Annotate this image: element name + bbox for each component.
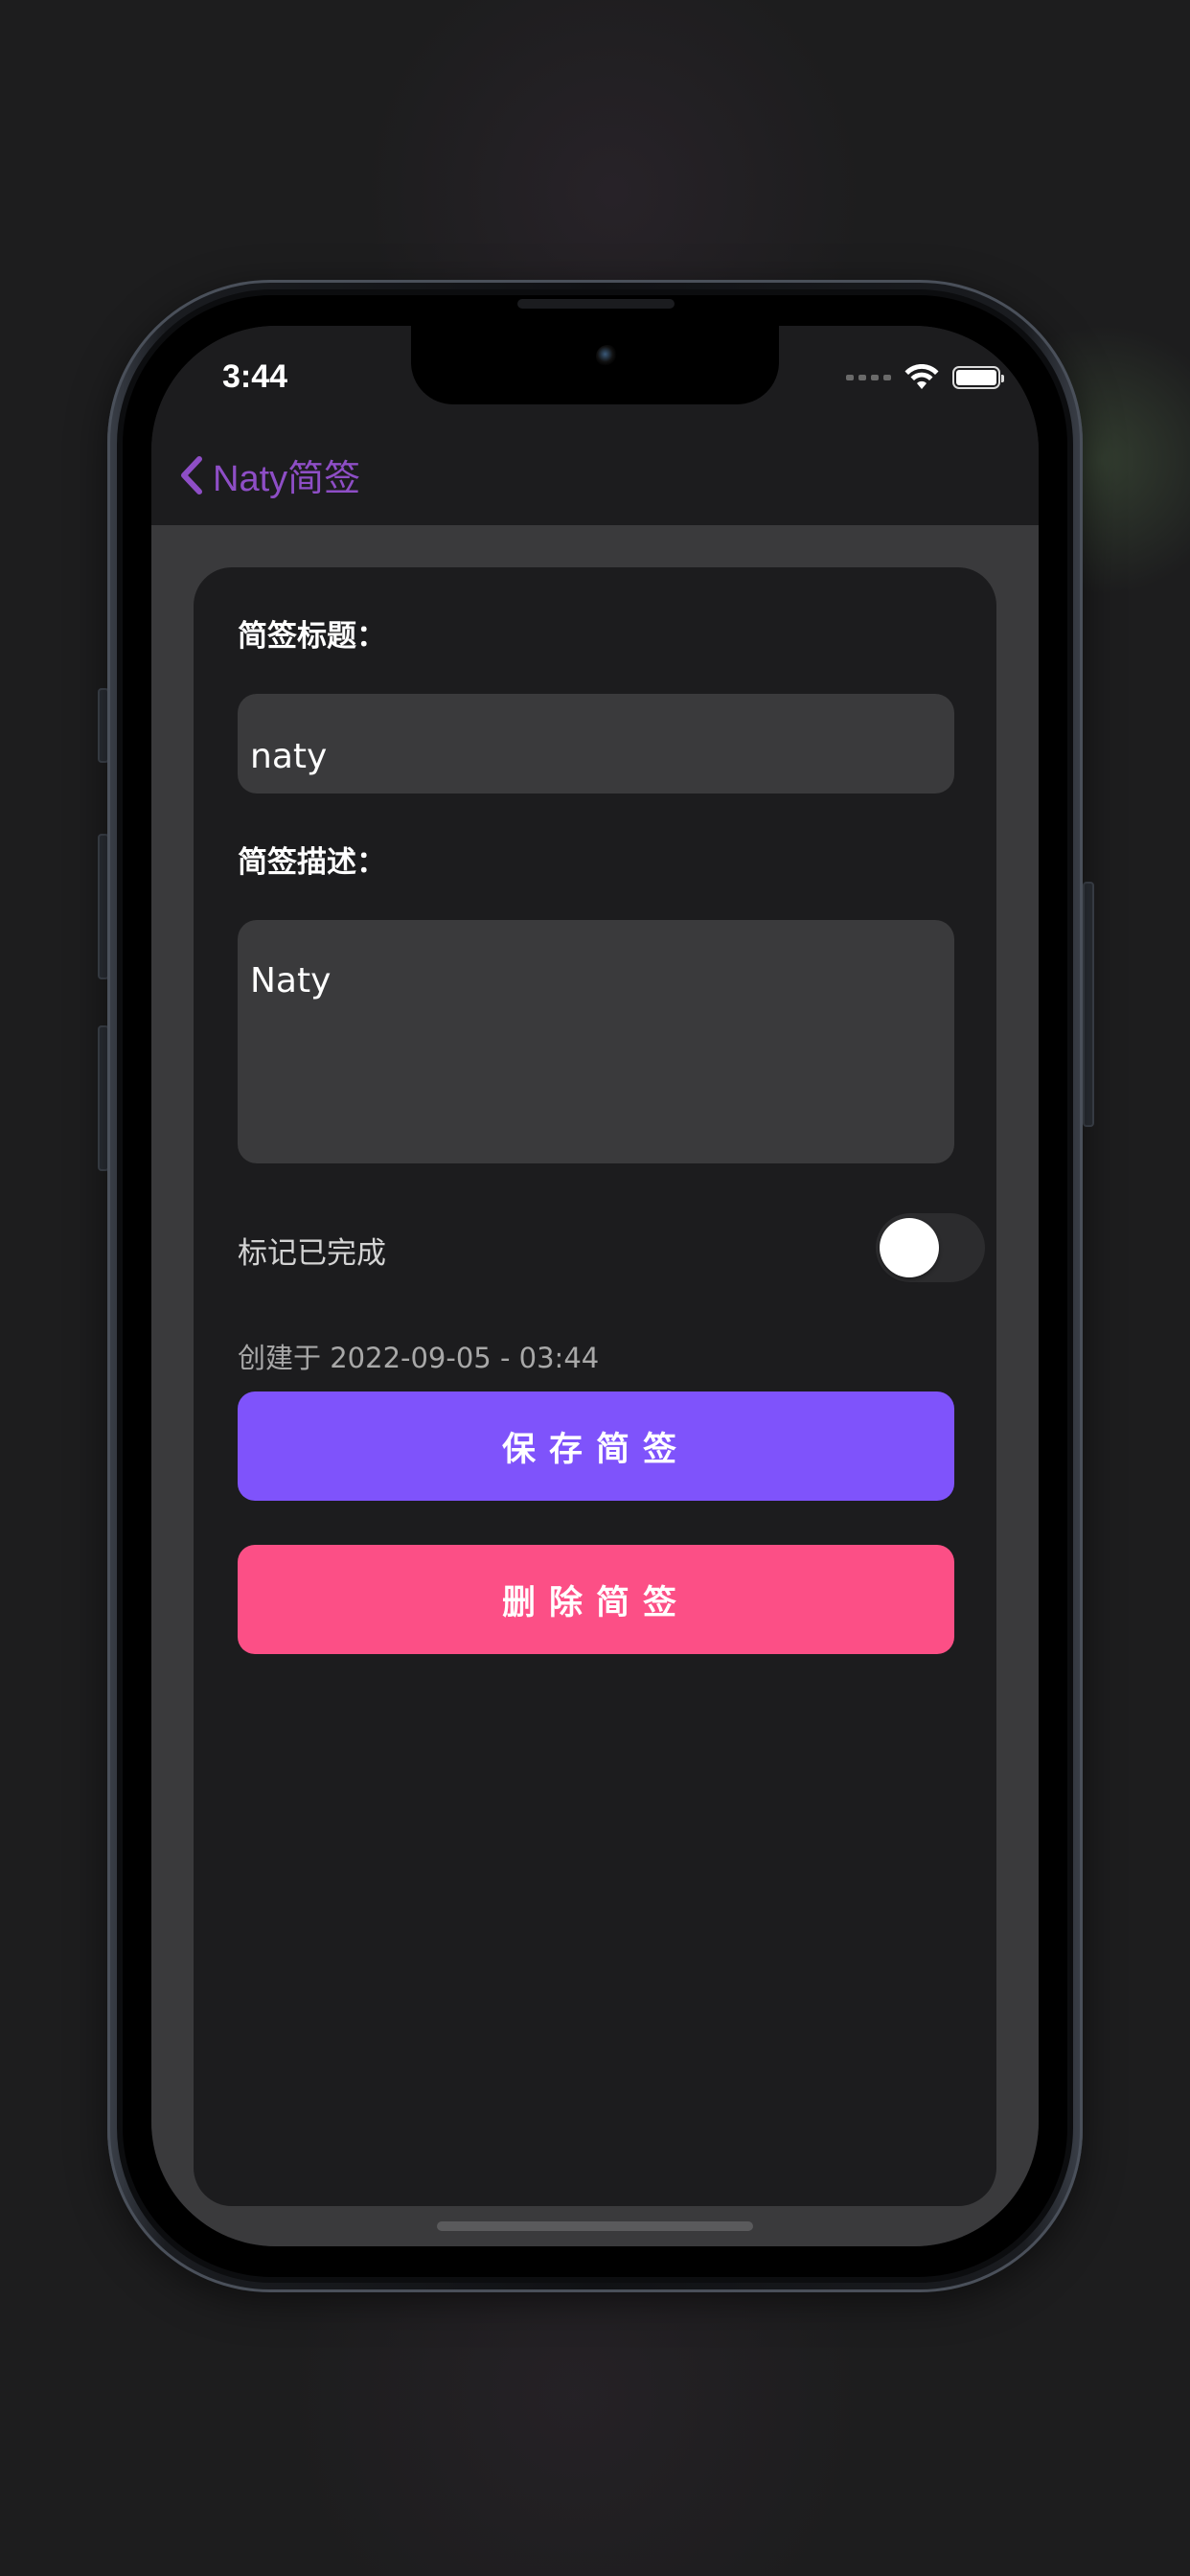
- earpiece-speaker: [517, 299, 675, 309]
- home-indicator[interactable]: [437, 2221, 753, 2231]
- battery-icon: [952, 366, 1004, 389]
- description-label: 简签描述：: [238, 845, 386, 880]
- title-input[interactable]: naty: [238, 694, 954, 794]
- completed-label: 标记已完成: [238, 1236, 386, 1271]
- save-button-label: 保存简签: [501, 1430, 690, 1469]
- power-button: [1083, 882, 1094, 1127]
- screen: 3:44 Naty简签 简签标题： naty 简签描述： Naty 标记已完成 …: [151, 326, 1039, 2246]
- delete-button[interactable]: 删除简签: [238, 1545, 954, 1654]
- status-time: 3:44: [222, 358, 288, 395]
- description-input[interactable]: Naty: [238, 920, 954, 1163]
- title-input-value: naty: [250, 737, 328, 776]
- title-label: 简签标题：: [238, 619, 386, 654]
- back-button[interactable]: Naty简签: [178, 448, 360, 501]
- created-timestamp: 创建于 2022-09-05 - 03:44: [238, 1342, 600, 1374]
- notch: [411, 326, 779, 404]
- delete-button-label: 删除简签: [501, 1583, 690, 1622]
- save-button[interactable]: 保存简签: [238, 1392, 954, 1501]
- status-icons: [846, 364, 1004, 391]
- note-card: 简签标题： naty 简签描述： Naty 标记已完成 创建于 2022-09-…: [194, 567, 996, 2206]
- description-input-value: Naty: [250, 961, 332, 1000]
- completed-toggle[interactable]: [876, 1213, 985, 1282]
- wifi-icon: [904, 364, 939, 389]
- front-camera: [596, 345, 619, 368]
- signal-icon: [846, 375, 891, 380]
- toggle-knob: [880, 1218, 939, 1277]
- back-button-label: Naty简签: [213, 459, 361, 499]
- chevron-left-icon: [181, 455, 202, 494]
